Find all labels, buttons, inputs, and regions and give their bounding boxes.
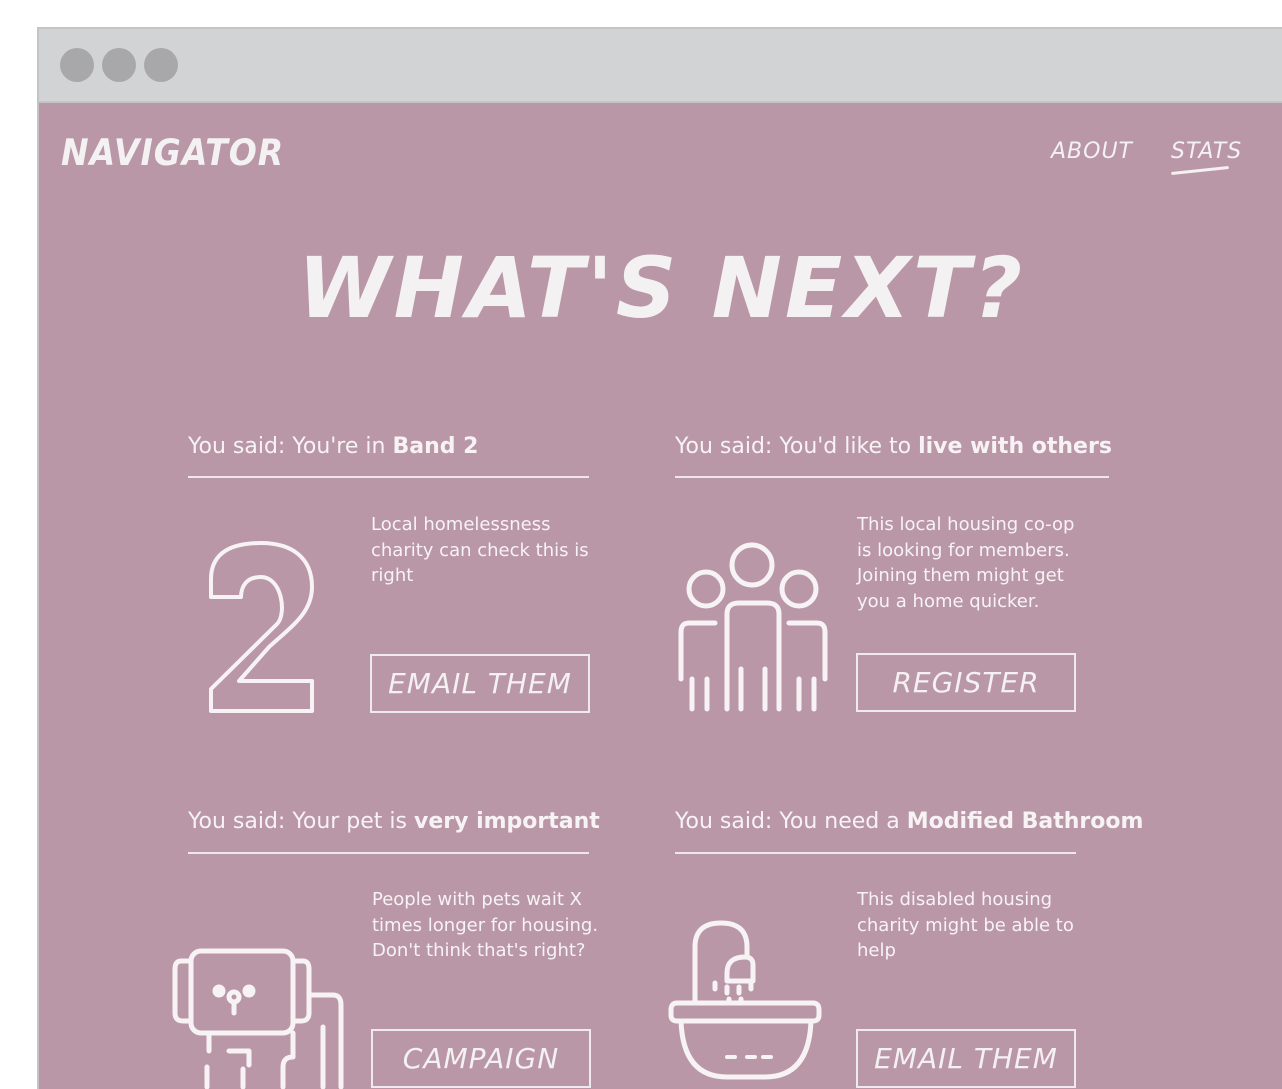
card-heading-band: You said: You're in Band 2 <box>188 434 478 459</box>
card-heading-prefix: You said: You need a <box>675 809 907 834</box>
browser-window: NAVIGATOR ABOUT STATS WHAT'S NEXT? You s… <box>37 27 1282 1089</box>
register-button[interactable]: REGISTER <box>856 653 1076 712</box>
card-heading-highlight: Band 2 <box>392 434 479 459</box>
card-description: Local homelessness charity can check thi… <box>371 514 589 586</box>
card-description: People with pets wait X times longer for… <box>372 889 599 961</box>
card-description: This disabled housing charity might be a… <box>857 889 1074 961</box>
card-heading-prefix: You said: Your pet is <box>188 809 414 834</box>
card-divider <box>188 852 589 854</box>
bathtub-shower-icon <box>667 917 827 1089</box>
card-description: This local housing co-op is looking for … <box>857 514 1075 612</box>
nav-stats-link[interactable]: STATS <box>1171 139 1242 164</box>
card-heading-prefix: You said: You'd like to <box>675 434 919 459</box>
card-heading-highlight: Modified Bathroom <box>906 809 1144 834</box>
card-divider <box>188 476 589 478</box>
number-two-icon <box>199 529 329 723</box>
email-them-button[interactable]: EMAIL THEM <box>856 1029 1076 1088</box>
page-title: WHAT'S NEXT? <box>297 239 1026 337</box>
card-heading-live-with-others: You said: You'd like to live with others <box>675 434 1112 459</box>
card-heading-bathroom: You said: You need a Modified Bathroom <box>675 809 1143 834</box>
card-heading-prefix: You said: You're in <box>188 434 393 459</box>
card-divider <box>675 852 1076 854</box>
window-maximize-button[interactable] <box>144 48 178 82</box>
brand-logo[interactable]: NAVIGATOR <box>61 131 284 174</box>
campaign-button[interactable]: CAMPAIGN <box>371 1029 591 1088</box>
window-titlebar <box>39 29 1282 103</box>
email-them-button[interactable]: EMAIL THEM <box>370 654 590 713</box>
nav-about-link[interactable]: ABOUT <box>1051 139 1133 164</box>
window-minimize-button[interactable] <box>102 48 136 82</box>
card-divider <box>675 476 1109 478</box>
card-heading-pet: You said: Your pet is very important <box>188 809 600 834</box>
card-heading-highlight: very important <box>413 809 600 834</box>
people-group-icon <box>675 539 835 723</box>
nav-active-underline <box>1171 165 1229 176</box>
window-close-button[interactable] <box>60 48 94 82</box>
card-heading-highlight: live with others <box>918 434 1112 459</box>
